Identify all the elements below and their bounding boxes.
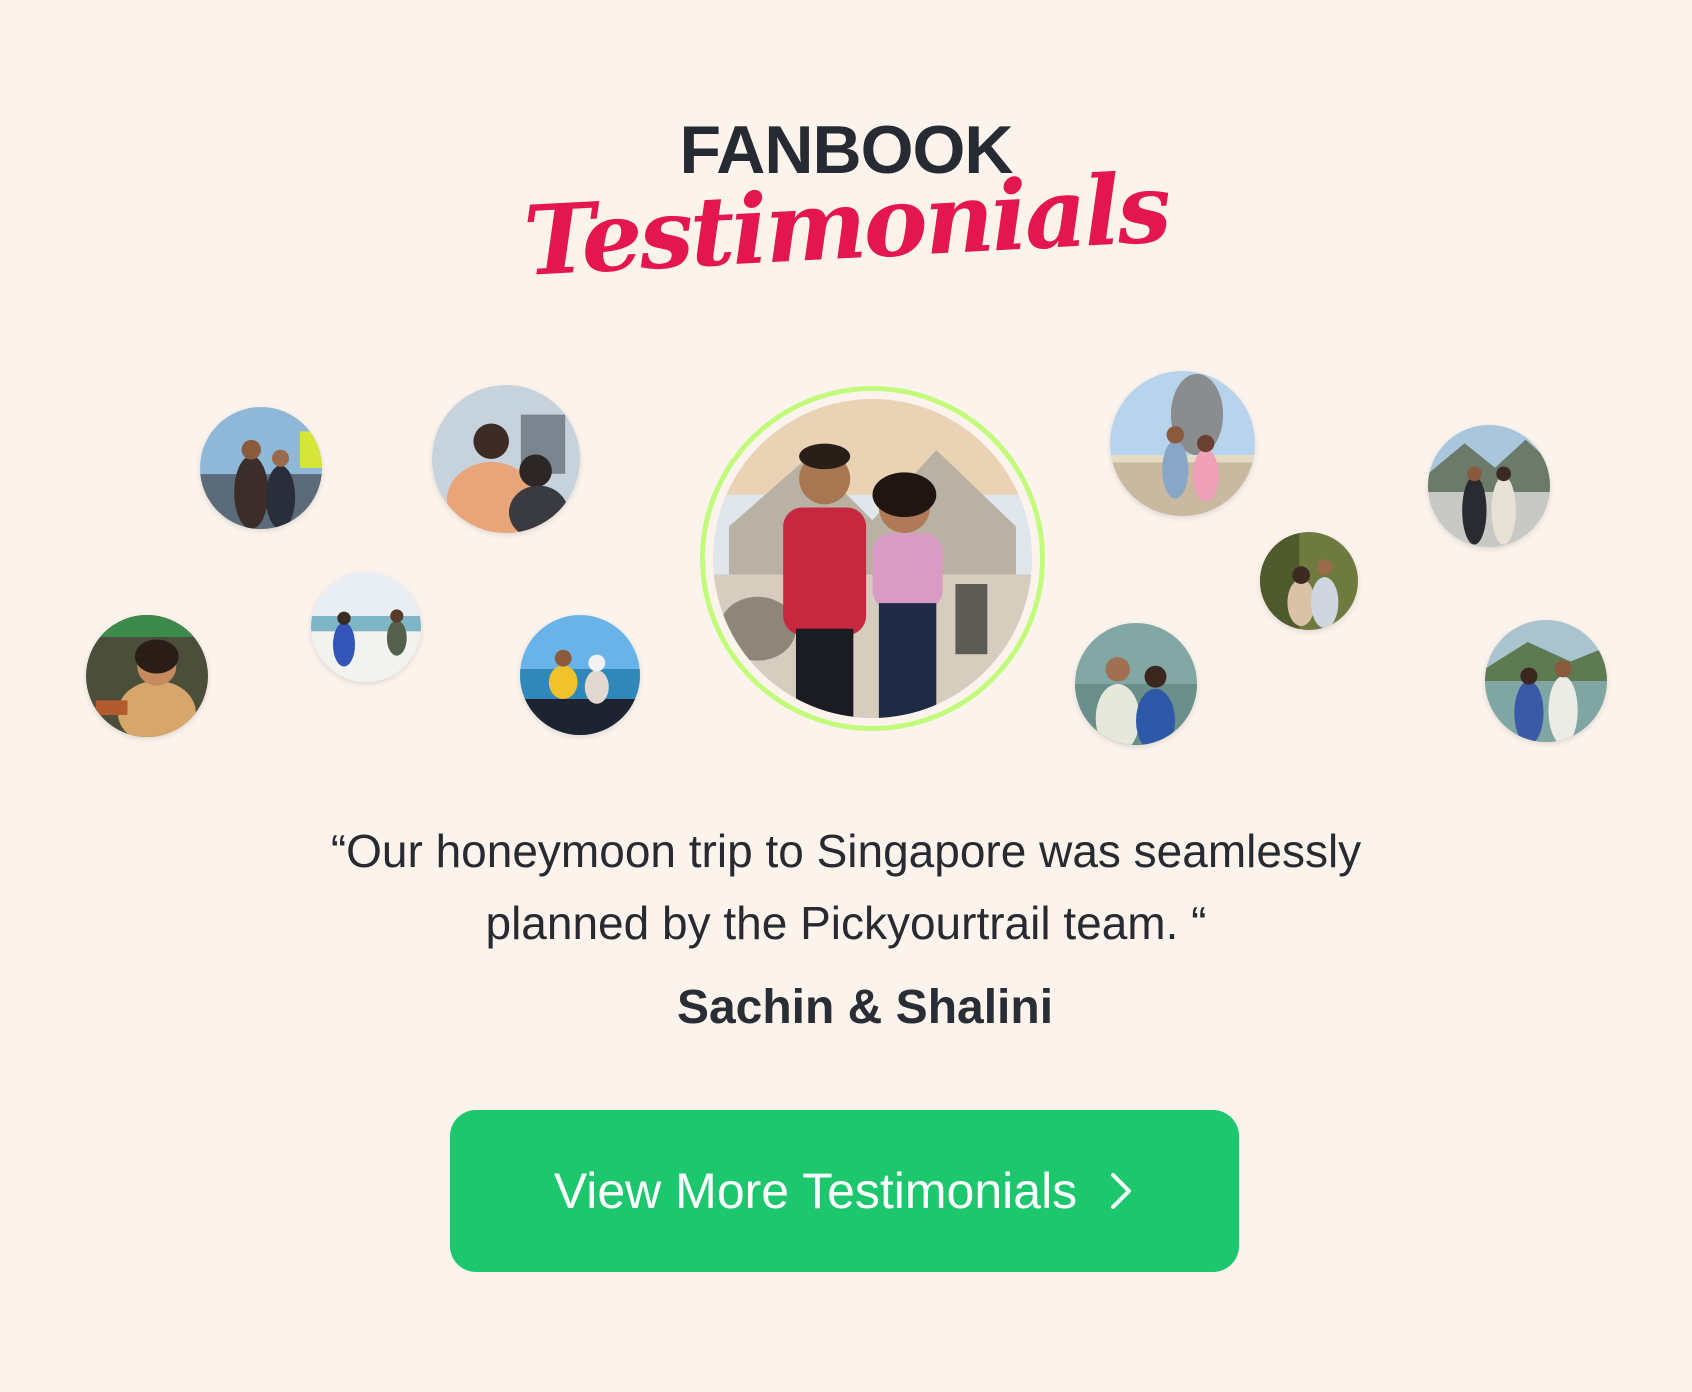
- testimonial-avatar[interactable]: [200, 407, 322, 529]
- testimonial-avatar[interactable]: [86, 615, 208, 737]
- testimonial-avatar[interactable]: [1428, 425, 1550, 547]
- testimonial-avatar[interactable]: [1075, 623, 1197, 745]
- testimonial-avatar[interactable]: [1485, 620, 1607, 742]
- testimonial-avatar[interactable]: [432, 385, 580, 533]
- featured-testimonial-avatar[interactable]: [700, 386, 1045, 731]
- testimonials-section: FANBOOK Testimonials “Our honeymoon trip…: [0, 0, 1692, 1392]
- testimonial-author: Sachin & Shalini: [676, 981, 1054, 1034]
- chevron-right-icon: [1111, 1173, 1132, 1209]
- testimonial-avatar[interactable]: [311, 572, 421, 682]
- testimonial-avatar[interactable]: [1110, 371, 1255, 516]
- testimonial-avatar[interactable]: [1260, 532, 1358, 630]
- testimonial-quote: “Our honeymoon trip to Singapore was sea…: [330, 825, 1362, 949]
- view-more-testimonials-button[interactable]: View More Testimonials: [450, 1110, 1239, 1272]
- view-more-label: View More Testimonials: [553, 1163, 1078, 1219]
- testimonial-avatar[interactable]: [520, 615, 640, 735]
